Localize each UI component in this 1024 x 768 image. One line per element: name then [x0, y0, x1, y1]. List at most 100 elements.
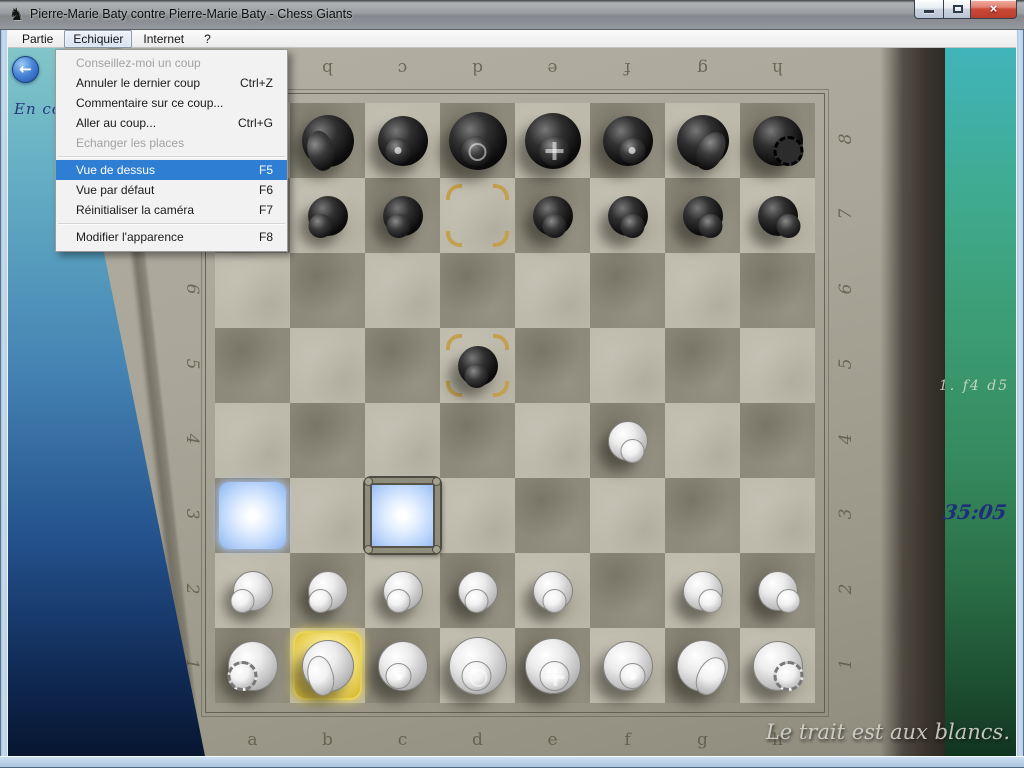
square-h5[interactable] — [740, 328, 815, 403]
rank-label-left-1: 1 — [182, 652, 202, 676]
file-label-top-d: d — [440, 58, 515, 78]
piece-white-queen-d1[interactable] — [440, 628, 515, 703]
square-e3[interactable] — [515, 478, 590, 553]
square-g3[interactable] — [665, 478, 740, 553]
maximize-button[interactable] — [943, 0, 971, 19]
piece-white-king-e1[interactable] — [515, 628, 590, 703]
piece-white-rook-h1[interactable] — [740, 628, 815, 703]
piece-white-pawn-a2[interactable] — [215, 553, 290, 628]
menubar-item-?[interactable]: ? — [195, 30, 220, 48]
piece-white-pawn-e2[interactable] — [515, 553, 590, 628]
piece-black-rook-h8[interactable] — [740, 103, 815, 178]
menubar-item-partie[interactable]: Partie — [13, 30, 62, 48]
piece-black-pawn-c7[interactable] — [365, 178, 440, 253]
square-h6[interactable] — [740, 253, 815, 328]
piece-black-queen-d8[interactable] — [440, 103, 515, 178]
file-label-top-e: e — [515, 58, 590, 78]
piece-black-bishop-f8[interactable] — [590, 103, 665, 178]
piece-white-pawn-g2[interactable] — [665, 553, 740, 628]
title-bar[interactable]: ♞ Pierre-Marie Baty contre Pierre-Marie … — [0, 0, 1024, 30]
menubar-item-echiquier[interactable]: Echiquier — [64, 30, 132, 48]
menu-item-conseillez-moi-un-coup[interactable]: Conseillez-moi un coup — [56, 53, 287, 73]
piece-white-pawn-c2[interactable] — [365, 553, 440, 628]
square-b5[interactable] — [290, 328, 365, 403]
rank-label-right-2: 2 — [836, 577, 856, 601]
menubar-item-internet[interactable]: Internet — [134, 30, 193, 48]
piece-black-knight-b8[interactable] — [290, 103, 365, 178]
window-border-bottom — [0, 756, 1024, 768]
rank-label-right-5: 5 — [836, 352, 856, 376]
square-c4[interactable] — [365, 403, 440, 478]
rank-label-right-6: 6 — [836, 277, 856, 301]
piece-white-pawn-b2[interactable] — [290, 553, 365, 628]
square-e4[interactable] — [515, 403, 590, 478]
piece-white-pawn-h2[interactable] — [740, 553, 815, 628]
square-f5[interactable] — [590, 328, 665, 403]
piece-white-knight-b1[interactable] — [290, 628, 365, 703]
square-d4[interactable] — [440, 403, 515, 478]
piece-white-knight-g1[interactable] — [665, 628, 740, 703]
menu-item-echanger-les-places[interactable]: Echanger les places — [56, 133, 287, 153]
piece-white-bishop-c1[interactable] — [365, 628, 440, 703]
slab-shadow-edge — [880, 48, 945, 756]
piece-black-pawn-g7[interactable] — [665, 178, 740, 253]
square-f2[interactable] — [590, 553, 665, 628]
minimize-button[interactable] — [914, 0, 943, 19]
square-b6[interactable] — [290, 253, 365, 328]
piece-black-knight-g8[interactable] — [665, 103, 740, 178]
menu-item-annuler-le-dernier-coup[interactable]: Annuler le dernier coupCtrl+Z — [56, 73, 287, 93]
square-g6[interactable] — [665, 253, 740, 328]
square-f6[interactable] — [590, 253, 665, 328]
square-g5[interactable] — [665, 328, 740, 403]
piece-black-pawn-h7[interactable] — [740, 178, 815, 253]
piece-black-pawn-e7[interactable] — [515, 178, 590, 253]
menu-item-vue-par-d-faut[interactable]: Vue par défautF6 — [56, 180, 287, 200]
piece-white-rook-a1[interactable] — [215, 628, 290, 703]
square-c6[interactable] — [365, 253, 440, 328]
square-b4[interactable] — [290, 403, 365, 478]
menu-item-vue-de-dessus[interactable]: Vue de dessusF5 — [56, 160, 287, 180]
square-g4[interactable] — [665, 403, 740, 478]
square-a5[interactable] — [215, 328, 290, 403]
menu-item-commentaire-sur-ce-coup[interactable]: Commentaire sur ce coup... — [56, 93, 287, 113]
square-d6[interactable] — [440, 253, 515, 328]
cursor-square-frame-c3[interactable] — [365, 478, 440, 553]
piece-black-bishop-c8[interactable] — [365, 103, 440, 178]
square-f3[interactable] — [590, 478, 665, 553]
piece-white-pawn-f4[interactable] — [590, 403, 665, 478]
menu-separator — [58, 223, 285, 224]
piece-black-pawn-d5[interactable] — [440, 328, 515, 403]
square-a4[interactable] — [215, 403, 290, 478]
close-button[interactable]: × — [971, 0, 1017, 19]
square-d3[interactable] — [440, 478, 515, 553]
square-a6[interactable] — [215, 253, 290, 328]
square-e6[interactable] — [515, 253, 590, 328]
window-title: Pierre-Marie Baty contre Pierre-Marie Ba… — [30, 7, 352, 21]
rank-label-right-8: 8 — [836, 127, 856, 151]
piece-white-bishop-f1[interactable] — [590, 628, 665, 703]
back-button[interactable]: ← — [12, 56, 39, 83]
square-e5[interactable] — [515, 328, 590, 403]
piece-white-pawn-d2[interactable] — [440, 553, 515, 628]
rank-label-left-2: 2 — [182, 577, 202, 601]
menu-item-aller-au-coup[interactable]: Aller au coup...Ctrl+G — [56, 113, 287, 133]
app-window: ♞ Pierre-Marie Baty contre Pierre-Marie … — [0, 0, 1024, 768]
maximize-icon — [953, 5, 963, 13]
last-move-marker-d7 — [440, 178, 515, 253]
square-b3[interactable] — [290, 478, 365, 553]
piece-black-pawn-f7[interactable] — [590, 178, 665, 253]
piece-black-pawn-b7[interactable] — [290, 178, 365, 253]
rank-label-right-1: 1 — [836, 652, 856, 676]
move-target-highlight-a3[interactable] — [219, 482, 286, 549]
board-grid[interactable] — [215, 103, 815, 703]
square-c5[interactable] — [365, 328, 440, 403]
file-label-top-b: b — [290, 58, 365, 78]
menu-item-r-initialiser-la-cam-ra[interactable]: Réinitialiser la caméraF7 — [56, 200, 287, 220]
file-label-top-h: h — [740, 58, 815, 78]
square-h4[interactable] — [740, 403, 815, 478]
turn-status-message: Le trait est aux blancs. — [766, 720, 1010, 744]
piece-black-king-e8[interactable] — [515, 103, 590, 178]
menu-separator — [58, 156, 285, 157]
menu-item-modifier-l-apparence[interactable]: Modifier l'apparenceF8 — [56, 227, 287, 247]
square-h3[interactable] — [740, 478, 815, 553]
